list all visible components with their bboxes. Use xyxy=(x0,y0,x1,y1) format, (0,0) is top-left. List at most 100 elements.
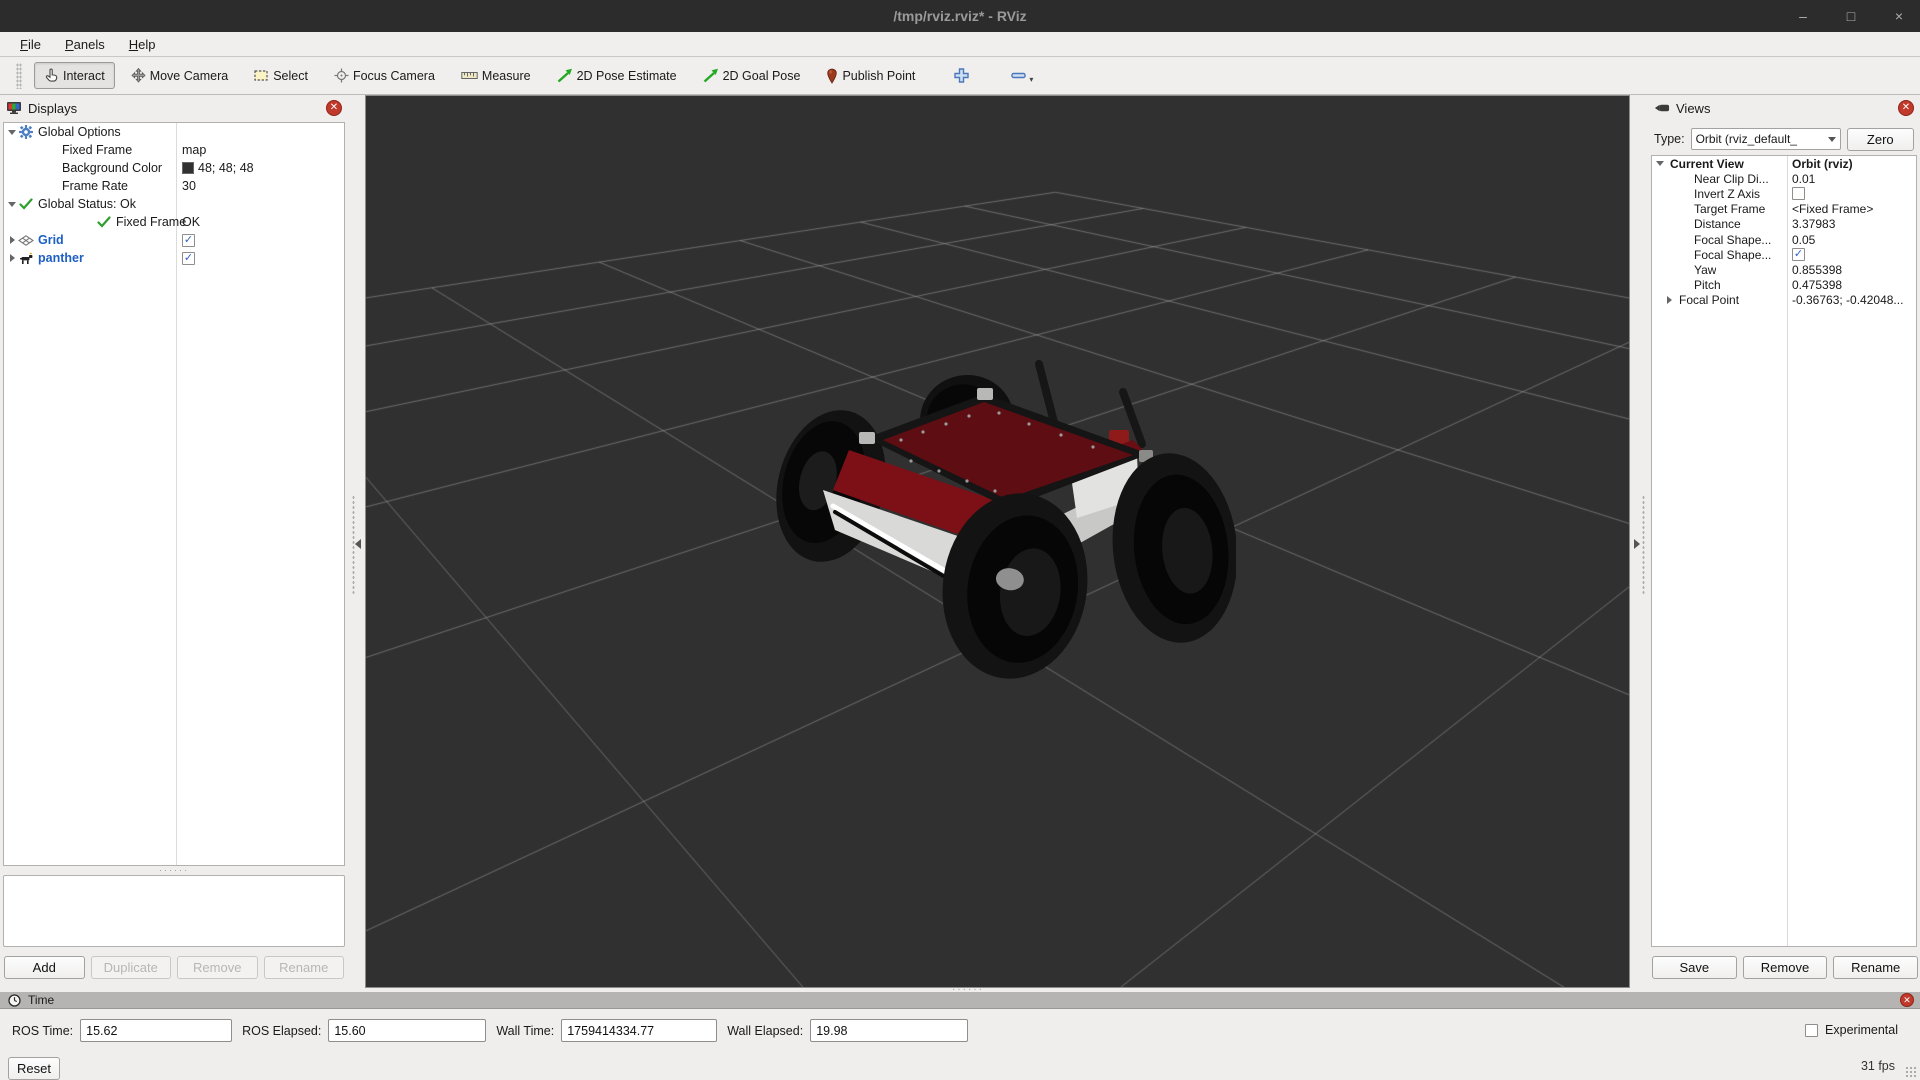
toolbar-focus-camera-button[interactable]: Focus Camera xyxy=(324,62,445,89)
reset-button[interactable]: Reset xyxy=(8,1057,60,1080)
displays-tree-rows: Global OptionsFixed FramemapBackground C… xyxy=(4,123,344,267)
tree-row[interactable]: Focal Shape...✓ xyxy=(1652,247,1916,262)
row-checkbox[interactable]: ✓ xyxy=(1792,248,1805,261)
row-value[interactable]: map xyxy=(182,143,206,157)
wall-time-input[interactable] xyxy=(561,1019,717,1042)
hand-icon xyxy=(44,68,59,83)
robot-icon xyxy=(18,252,34,265)
row-value[interactable]: 48; 48; 48 xyxy=(198,161,254,175)
right-panel-collapse-handle[interactable] xyxy=(1634,533,1648,555)
row-value[interactable]: <Fixed Frame> xyxy=(1792,202,1873,216)
title-bar[interactable]: /tmp/rviz.rviz* - RViz – □ × xyxy=(0,0,1920,32)
tree-row[interactable]: Focal Point-0.36763; -0.42048... xyxy=(1652,293,1916,308)
row-checkbox[interactable]: ✓ xyxy=(182,234,195,247)
displays-buttons-row: AddDuplicateRemoveRename xyxy=(4,956,344,979)
tree-row[interactable]: Near Clip Di... 0.01 xyxy=(1652,171,1916,186)
tree-row[interactable]: Fixed FrameOK xyxy=(4,213,344,231)
maximize-button[interactable]: □ xyxy=(1840,8,1862,24)
time-fields: ROS Time:ROS Elapsed:Wall Time:Wall Elap… xyxy=(12,1019,968,1042)
tree-row[interactable]: Background Color48; 48; 48 xyxy=(4,159,344,177)
expander-right-icon[interactable] xyxy=(6,236,18,244)
tree-row[interactable]: Fixed Framemap xyxy=(4,141,344,159)
chevron-down-icon[interactable]: ▾ xyxy=(1029,75,1033,84)
tree-row[interactable]: Distance3.37983 xyxy=(1652,217,1916,232)
toolbar-plus-button[interactable] xyxy=(943,61,980,90)
render-viewport[interactable] xyxy=(365,95,1630,988)
tree-row[interactable]: Yaw0.855398 xyxy=(1652,262,1916,277)
views-close-icon[interactable]: ✕ xyxy=(1898,100,1914,116)
minimize-button[interactable]: – xyxy=(1792,8,1814,24)
row-label: Near Clip Di... xyxy=(1694,172,1769,186)
row-value[interactable]: 3.37983 xyxy=(1792,217,1835,231)
displays-close-icon[interactable]: ✕ xyxy=(326,100,342,116)
toolbar-publish-point-button[interactable]: Publish Point xyxy=(816,62,925,90)
tree-row[interactable]: Invert Z Axis xyxy=(1652,186,1916,201)
remove-button[interactable]: Remove xyxy=(1743,956,1828,979)
zero-button[interactable]: Zero xyxy=(1847,128,1914,151)
row-label: Pitch xyxy=(1694,278,1721,292)
add-button[interactable]: Add xyxy=(4,956,85,979)
views-tree[interactable]: Current ViewOrbit (rviz)Near Clip Di... 0… xyxy=(1651,155,1917,947)
remove-button: Remove xyxy=(177,956,258,979)
tree-row[interactable]: Pitch 0.475398 xyxy=(1652,278,1916,293)
close-button[interactable]: × xyxy=(1888,8,1910,24)
view-type-dropdown[interactable]: Orbit (rviz_default_ xyxy=(1691,128,1841,150)
toolbar-move-camera-button[interactable]: Move Camera xyxy=(121,62,239,89)
tree-row[interactable]: panther ✓ xyxy=(4,249,344,267)
views-panel-header[interactable]: Views ✕ xyxy=(1648,95,1920,121)
focus-icon xyxy=(334,68,349,83)
row-value[interactable]: 0.855398 xyxy=(1792,263,1842,277)
toolbar-drag-handle-icon[interactable] xyxy=(16,63,22,89)
tree-row[interactable]: Current ViewOrbit (rviz) xyxy=(1652,156,1916,171)
row-value[interactable]: 0.01 xyxy=(1792,172,1815,186)
wall-elapsed-input[interactable] xyxy=(810,1019,968,1042)
expander-right-icon[interactable] xyxy=(6,254,18,262)
row-value[interactable]: 0.475398 xyxy=(1792,278,1842,292)
row-value[interactable]: 0.05 xyxy=(1792,233,1815,247)
row-value[interactable]: 30 xyxy=(182,179,196,193)
expander-down-icon[interactable] xyxy=(6,130,18,135)
row-label: Grid xyxy=(38,233,64,247)
window-resize-grip[interactable] xyxy=(1905,1066,1917,1078)
displays-tree[interactable]: Global OptionsFixed FramemapBackground C… xyxy=(3,122,345,866)
row-value[interactable]: -0.36763; -0.42048... xyxy=(1792,293,1903,307)
row-value[interactable]: OK xyxy=(182,215,200,229)
row-checkbox[interactable] xyxy=(1792,187,1805,200)
color-swatch[interactable] xyxy=(182,162,194,174)
rename-button[interactable]: Rename xyxy=(1833,956,1918,979)
toolbar-2d-pose-estimate-button[interactable]: 2D Pose Estimate xyxy=(547,62,687,89)
row-label: panther xyxy=(38,251,84,265)
time-close-icon[interactable]: ✕ xyxy=(1900,993,1914,1007)
ros-time-input[interactable] xyxy=(80,1019,232,1042)
row-checkbox[interactable]: ✓ xyxy=(182,252,195,265)
view-type-label: Type: xyxy=(1654,132,1685,146)
time-panel-header[interactable]: Time ✕ xyxy=(0,992,1920,1009)
monitor-icon xyxy=(6,101,22,115)
tree-row[interactable]: Global Status: Ok xyxy=(4,195,344,213)
displays-splitter-handle[interactable]: ······ xyxy=(3,868,345,873)
menu-file[interactable]: File xyxy=(10,35,51,54)
tree-row[interactable]: Focal Shape...0.05 xyxy=(1652,232,1916,247)
toolbar-select-button[interactable]: Select xyxy=(244,63,318,89)
row-value[interactable]: Orbit (rviz) xyxy=(1792,157,1853,171)
toolbar-minus-button[interactable]: ▾ xyxy=(1000,61,1043,90)
window-title: /tmp/rviz.rviz* - RViz xyxy=(893,8,1026,24)
tree-row[interactable]: Frame Rate30 xyxy=(4,177,344,195)
experimental-checkbox[interactable] xyxy=(1805,1024,1818,1037)
expander-right-icon[interactable] xyxy=(1663,296,1675,304)
main-area: Displays ✕ Global OptionsFixed FramemapB… xyxy=(0,95,1920,991)
toolbar-measure-button[interactable]: Measure xyxy=(451,63,541,89)
displays-panel-header[interactable]: Displays ✕ xyxy=(0,95,348,121)
expander-down-icon[interactable] xyxy=(1654,161,1666,166)
save-button[interactable]: Save xyxy=(1652,956,1737,979)
menu-help[interactable]: Help xyxy=(119,35,166,54)
tree-row[interactable]: Global Options xyxy=(4,123,344,141)
right-gutter-dots xyxy=(1642,495,1645,595)
toolbar-2d-goal-pose-button[interactable]: 2D Goal Pose xyxy=(693,62,811,89)
toolbar-interact-button[interactable]: Interact xyxy=(34,62,115,89)
ros-elapsed-input[interactable] xyxy=(328,1019,486,1042)
tree-row[interactable]: Target Frame<Fixed Frame> xyxy=(1652,202,1916,217)
expander-down-icon[interactable] xyxy=(6,202,18,207)
menu-panels[interactable]: Panels xyxy=(55,35,115,54)
tree-row[interactable]: Grid ✓ xyxy=(4,231,344,249)
